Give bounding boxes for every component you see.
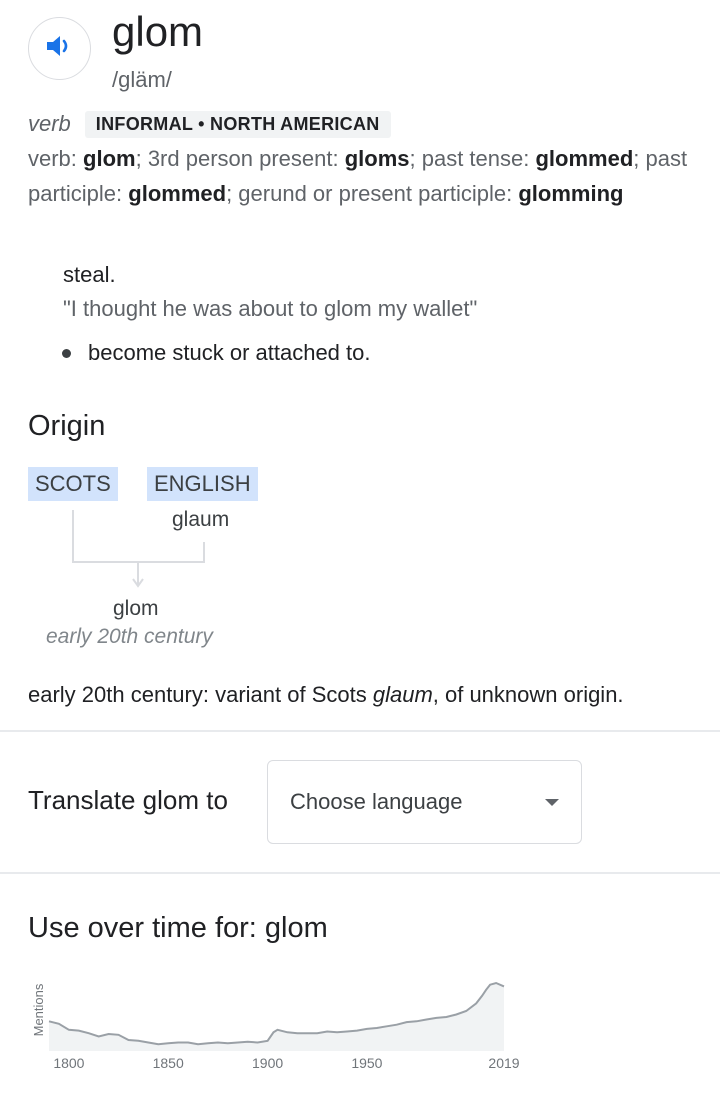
x-tick-label: 1850 [153, 1055, 184, 1071]
x-tick-label: 1800 [53, 1055, 84, 1071]
x-tick-label: 1950 [351, 1055, 382, 1071]
y-axis-label: Mentions [31, 983, 46, 1036]
x-tick-label: 2019 [488, 1055, 519, 1071]
usage-chart: Mentions 1800 1850 1900 1950 2019 [31, 981, 520, 1071]
x-tick-label: 1900 [252, 1055, 283, 1071]
